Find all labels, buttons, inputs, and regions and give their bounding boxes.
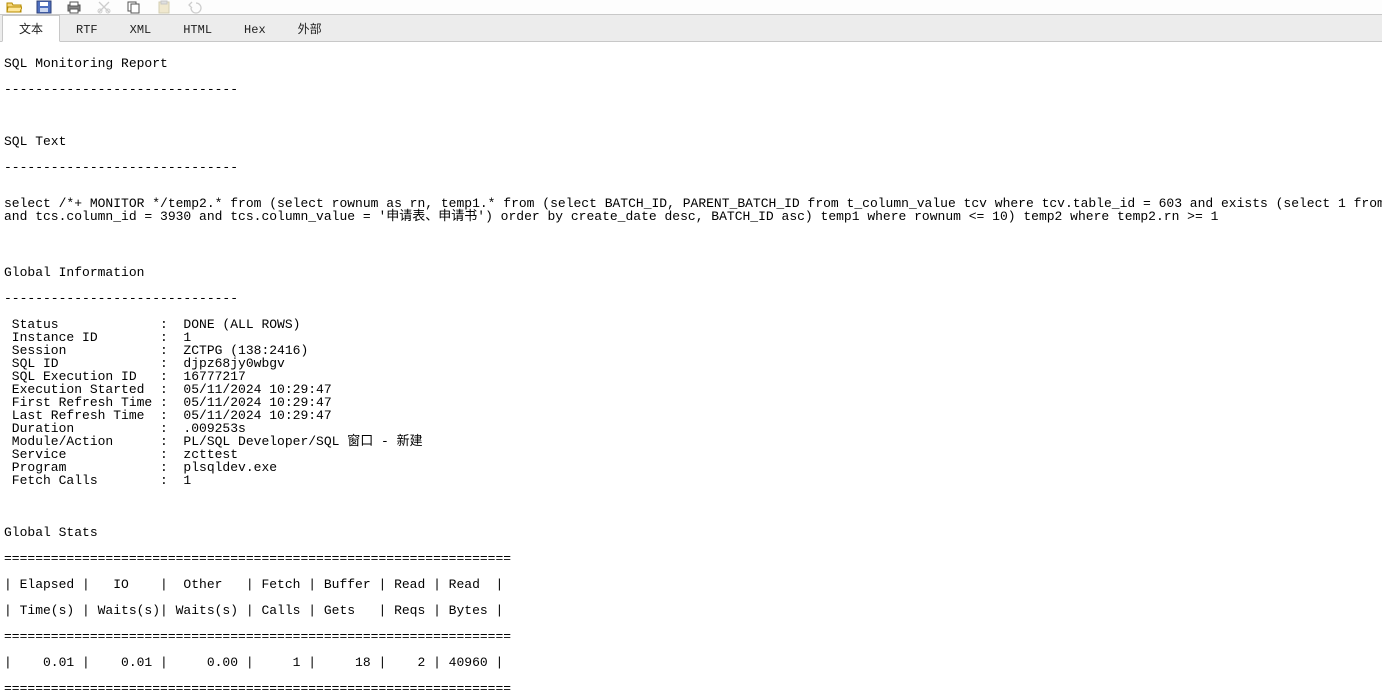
sql-text-underline: ------------------------------: [4, 161, 1378, 174]
save-icon[interactable]: [36, 0, 52, 14]
tab-xml[interactable]: XML: [114, 19, 168, 41]
global-stats-data-row: | 0.01 | 0.01 | 0.00 | 1 | 18 | 2 | 4096…: [4, 656, 1378, 669]
copy-icon[interactable]: [126, 0, 142, 14]
paste-icon[interactable]: [156, 0, 172, 14]
global-info-row: Fetch Calls : 1: [4, 474, 1378, 487]
sql-text: select /*+ MONITOR */temp2.* from (selec…: [4, 197, 1378, 223]
cut-icon[interactable]: [96, 0, 112, 14]
report-title: SQL Monitoring Report: [4, 57, 1378, 70]
undo-icon[interactable]: [186, 0, 202, 14]
print-icon[interactable]: [66, 0, 82, 14]
sql-underline: ------------------------------: [4, 83, 1378, 96]
open-folder-icon[interactable]: [6, 0, 22, 14]
global-stats-header1: | Elapsed | IO | Other | Fetch | Buffer …: [4, 578, 1378, 591]
toolbar: [0, 0, 1382, 14]
global-info-heading: Global Information: [4, 266, 1378, 279]
tab-html[interactable]: HTML: [167, 19, 228, 41]
global-info-rows: Status : DONE (ALL ROWS) Instance ID : 1…: [4, 318, 1378, 487]
report-body: SQL Monitoring Report ------------------…: [0, 42, 1382, 693]
tab-text[interactable]: 文本: [2, 15, 60, 42]
global-stats-top-border: ========================================…: [4, 552, 1378, 565]
sql-text-heading: SQL Text: [4, 135, 1378, 148]
global-info-row: Status : DONE (ALL ROWS): [4, 318, 1378, 331]
global-stats-mid-border: ========================================…: [4, 630, 1378, 643]
tab-external[interactable]: 外部: [282, 16, 338, 41]
global-stats-heading: Global Stats: [4, 526, 1378, 539]
tab-hex[interactable]: Hex: [228, 19, 282, 41]
tab-rtf[interactable]: RTF: [60, 19, 114, 41]
global-info-underline: ------------------------------: [4, 292, 1378, 305]
global-info-row: Program : plsqldev.exe: [4, 461, 1378, 474]
global-stats-header2: | Time(s) | Waits(s)| Waits(s) | Calls |…: [4, 604, 1378, 617]
view-tabs: 文本 RTF XML HTML Hex 外部: [0, 14, 1382, 42]
global-stats-bottom-border: ========================================…: [4, 682, 1378, 693]
